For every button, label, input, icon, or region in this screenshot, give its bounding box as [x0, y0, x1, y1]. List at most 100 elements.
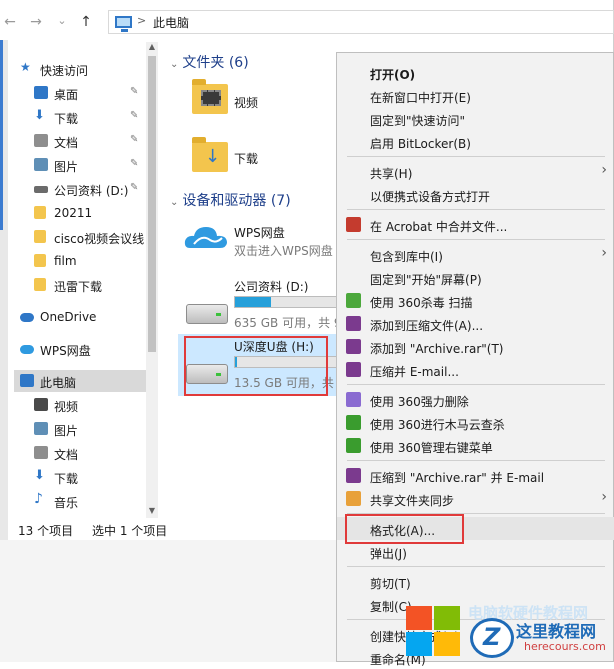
sidebar-item-label: 此电脑	[40, 376, 77, 390]
sidebar-item-label: film	[54, 254, 77, 268]
winrar-icon	[346, 316, 361, 331]
pin-icon[interactable]: ✎	[130, 182, 138, 193]
menu-separator	[347, 156, 605, 157]
folder-icon	[34, 230, 46, 243]
scroll-thumb[interactable]	[148, 56, 156, 352]
sidebar-item-label: WPS网盘	[40, 344, 91, 358]
sidebar-item[interactable]: ⬇ 下载	[14, 466, 146, 488]
drive-subtitle: 双击进入WPS网盘	[234, 244, 333, 258]
pin-icon[interactable]: ✎	[130, 110, 138, 121]
address-toolbar: ← → ⌄ ↑ > 此电脑	[0, 8, 614, 36]
360-antivirus-icon	[346, 293, 361, 308]
menu-item-label: 压缩到 "Archive.rar" 并 E-mail	[370, 471, 545, 485]
back-button[interactable]: ←	[2, 14, 18, 30]
drive-icon	[34, 186, 48, 193]
menu-item-label: 包含到库中(I)	[370, 250, 443, 264]
picture-icon	[34, 422, 48, 435]
watermark: 电脑软硬件教程网 Z 这里教程网 herecours.com	[406, 598, 614, 662]
360-delete-icon	[346, 392, 361, 407]
menu-item[interactable]: 压缩并 E-mail...	[337, 358, 614, 381]
sidebar-item-label: OneDrive	[40, 310, 97, 324]
video-icon	[34, 398, 48, 411]
menu-item[interactable]: 以便携式设备方式打开	[337, 183, 614, 206]
sidebar-item[interactable]: 此电脑	[14, 370, 146, 392]
address-bar[interactable]: > 此电脑	[108, 10, 614, 34]
sidebar-item-label: 下载	[54, 472, 79, 486]
highlight-box-drive	[184, 336, 328, 396]
menu-item[interactable]: 使用 360管理右键菜单	[337, 434, 614, 457]
menu-item[interactable]: 包含到库中(I) ›	[337, 243, 614, 266]
breadcrumb-separator[interactable]: >	[137, 14, 146, 27]
menu-item-label: 添加到 "Archive.rar"(T)	[370, 342, 504, 356]
sidebar-item[interactable]: 图片	[14, 418, 146, 440]
folder-icon	[34, 206, 46, 219]
windows-logo-icon	[406, 606, 462, 658]
sidebar-item[interactable]: 迅雷下载	[14, 274, 146, 296]
menu-item[interactable]: 压缩到 "Archive.rar" 并 E-mail	[337, 464, 614, 487]
selection-count: 选中 1 个项目	[92, 524, 168, 538]
sidebar-item[interactable]: ♪ 音乐	[14, 490, 146, 512]
folder-icon	[34, 254, 46, 267]
menu-separator	[347, 239, 605, 240]
desktop-icon	[34, 86, 48, 99]
menu-item[interactable]: 添加到 "Archive.rar"(T)	[337, 335, 614, 358]
menu-item[interactable]: 使用 360强力删除	[337, 388, 614, 411]
menu-item[interactable]: 固定到"快速访问"	[337, 107, 614, 130]
sidebar-item[interactable]: WPS网盘	[14, 338, 146, 360]
menu-item[interactable]: 启用 BitLocker(B)	[337, 130, 614, 153]
menu-item-label: 压缩并 E-mail...	[370, 365, 459, 379]
forward-button[interactable]: →	[28, 14, 44, 30]
folder-label: 视频	[234, 96, 259, 110]
chevron-right-icon: ›	[601, 245, 607, 261]
menu-item[interactable]: 打开(O)	[337, 61, 614, 84]
pin-icon[interactable]: ✎	[130, 158, 138, 169]
sidebar-item[interactable]: 图片 ✎	[14, 154, 146, 176]
scroll-down-arrow-icon[interactable]: ▼	[146, 506, 158, 518]
breadcrumb-this-pc[interactable]: 此电脑	[153, 14, 189, 31]
sidebar-item[interactable]: film	[14, 250, 146, 272]
menu-item[interactable]: 固定到"开始"屏幕(P)	[337, 266, 614, 289]
devices-group-header[interactable]: ⌄ 设备和驱动器 (7)	[170, 190, 291, 210]
menu-item[interactable]: 使用 360进行木马云查杀	[337, 411, 614, 434]
watermark-title: 这里教程网	[516, 622, 597, 641]
sidebar-item-label: 视频	[54, 400, 79, 414]
sidebar-item[interactable]: ★ 快速访问	[14, 58, 146, 80]
sync-icon	[346, 491, 361, 506]
pin-icon[interactable]: ✎	[130, 86, 138, 97]
scroll-up-arrow-icon[interactable]: ▲	[146, 42, 158, 54]
up-button[interactable]: ↑	[78, 14, 94, 30]
folders-group-header[interactable]: ⌄ 文件夹 (6)	[170, 52, 249, 72]
sidebar-item[interactable]: 文档	[14, 442, 146, 464]
desktop-background	[0, 540, 336, 662]
menu-item-label: 打开(O)	[370, 68, 416, 82]
menu-item[interactable]: 共享文件夹同步 ›	[337, 487, 614, 510]
sidebar-item[interactable]: 桌面 ✎	[14, 82, 146, 104]
menu-item[interactable]: 在新窗口中打开(E)	[337, 84, 614, 107]
sidebar-item[interactable]: 视频	[14, 394, 146, 416]
sidebar-item[interactable]: 20211	[14, 202, 146, 224]
menu-item-label: 固定到"快速访问"	[370, 114, 466, 128]
winrar-icon	[346, 362, 361, 377]
content-pane: ⌄ 文件夹 (6) 视频 ↓ 下载 ⌄ 设备和驱动器 (7) WPS网盘 双击进入W…	[162, 42, 338, 518]
acrobat-icon	[346, 217, 361, 232]
sidebar-item-label: 快速访问	[40, 64, 89, 78]
menu-item-label: 使用 360杀毒 扫描	[370, 296, 473, 310]
menu-item[interactable]: 剪切(T)	[337, 570, 614, 593]
menu-item[interactable]: 添加到压缩文件(A)...	[337, 312, 614, 335]
drive-usage-bar	[234, 296, 338, 308]
picture-icon	[34, 158, 48, 171]
sidebar-item[interactable]: cisco视频会议线	[14, 226, 146, 248]
pin-icon[interactable]: ✎	[130, 134, 138, 145]
menu-item-label: 在 Acrobat 中合并文件...	[370, 220, 508, 234]
document-icon	[34, 446, 48, 459]
sidebar-item[interactable]: 文档 ✎	[14, 130, 146, 152]
nav-scrollbar[interactable]: ▲ ▼	[146, 42, 158, 518]
menu-item[interactable]: 在 Acrobat 中合并文件...	[337, 213, 614, 236]
sidebar-item[interactable]: ⬇ 下载 ✎	[14, 106, 146, 128]
sidebar-item[interactable]: 公司资料 (D:) ✎	[14, 178, 146, 200]
menu-item[interactable]: 共享(H) ›	[337, 160, 614, 183]
recent-locations-button[interactable]: ⌄	[54, 14, 70, 27]
music-icon: ♪	[34, 491, 43, 507]
menu-item[interactable]: 使用 360杀毒 扫描	[337, 289, 614, 312]
sidebar-item[interactable]: OneDrive	[14, 306, 146, 328]
